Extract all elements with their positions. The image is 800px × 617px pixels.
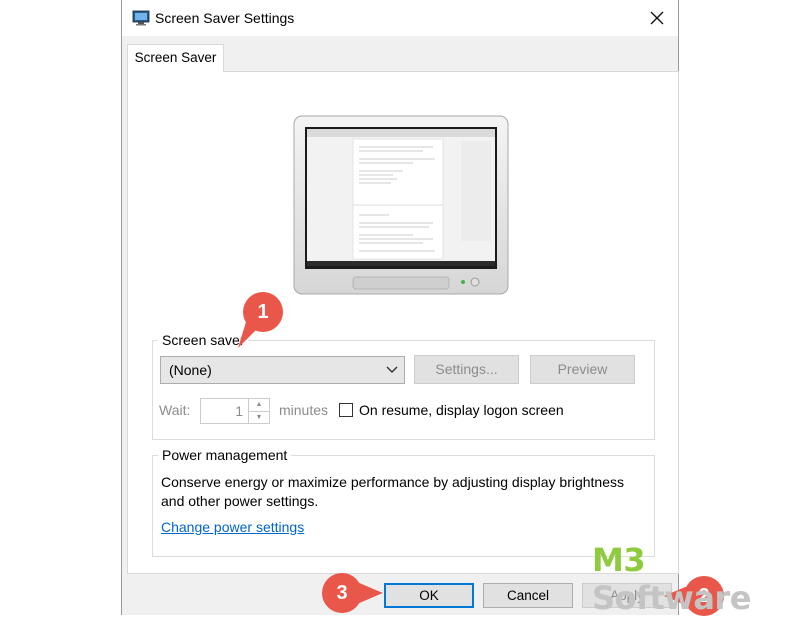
power-description: Conserve energy or maximize performance … xyxy=(161,474,624,509)
resume-logon-checkbox[interactable] xyxy=(339,403,353,417)
change-power-settings-link[interactable]: Change power settings xyxy=(161,519,304,535)
window-title: Screen Saver Settings xyxy=(155,10,295,26)
screen-saver-select-value: (None) xyxy=(169,362,212,378)
close-icon[interactable] xyxy=(646,7,668,29)
chevron-down-icon xyxy=(386,366,398,373)
display-icon xyxy=(132,10,150,26)
cancel-button[interactable]: Cancel xyxy=(483,583,573,608)
resume-logon-label[interactable]: On resume, display logon screen xyxy=(359,402,564,418)
stepper-up-icon[interactable]: ▲ xyxy=(249,399,269,412)
annotation-marker-3: 3 xyxy=(322,573,362,613)
screen-saver-dialog: Screen Saver Settings Screen Saver Scree… xyxy=(121,0,679,615)
marker-3-pointer xyxy=(357,582,383,604)
watermark-m3: M3 xyxy=(592,541,646,579)
watermark-software: Software xyxy=(592,579,751,617)
preview-button[interactable]: Preview xyxy=(530,355,635,384)
tab-screen-saver[interactable]: Screen Saver xyxy=(127,44,224,72)
ok-button[interactable]: OK xyxy=(384,583,474,608)
wait-stepper[interactable]: 1 ▲ ▼ xyxy=(200,398,270,424)
marker-1-pointer xyxy=(238,322,264,348)
m3-software-watermark: M3 Software xyxy=(592,541,800,617)
stepper-down-icon[interactable]: ▼ xyxy=(249,412,269,424)
title-bar: Screen Saver Settings xyxy=(122,0,678,36)
minutes-label: minutes xyxy=(279,402,329,418)
stepper-arrows[interactable]: ▲ ▼ xyxy=(248,399,269,423)
settings-button[interactable]: Settings... xyxy=(414,355,519,384)
wait-value: 1 xyxy=(235,403,243,419)
tab-panel: Screen saver (None) Settings... Preview … xyxy=(127,71,679,574)
monitor-preview xyxy=(293,115,509,295)
screen-saver-select[interactable]: (None) xyxy=(160,356,405,384)
wait-label: Wait: xyxy=(159,402,191,418)
power-group-label: Power management xyxy=(158,447,292,463)
